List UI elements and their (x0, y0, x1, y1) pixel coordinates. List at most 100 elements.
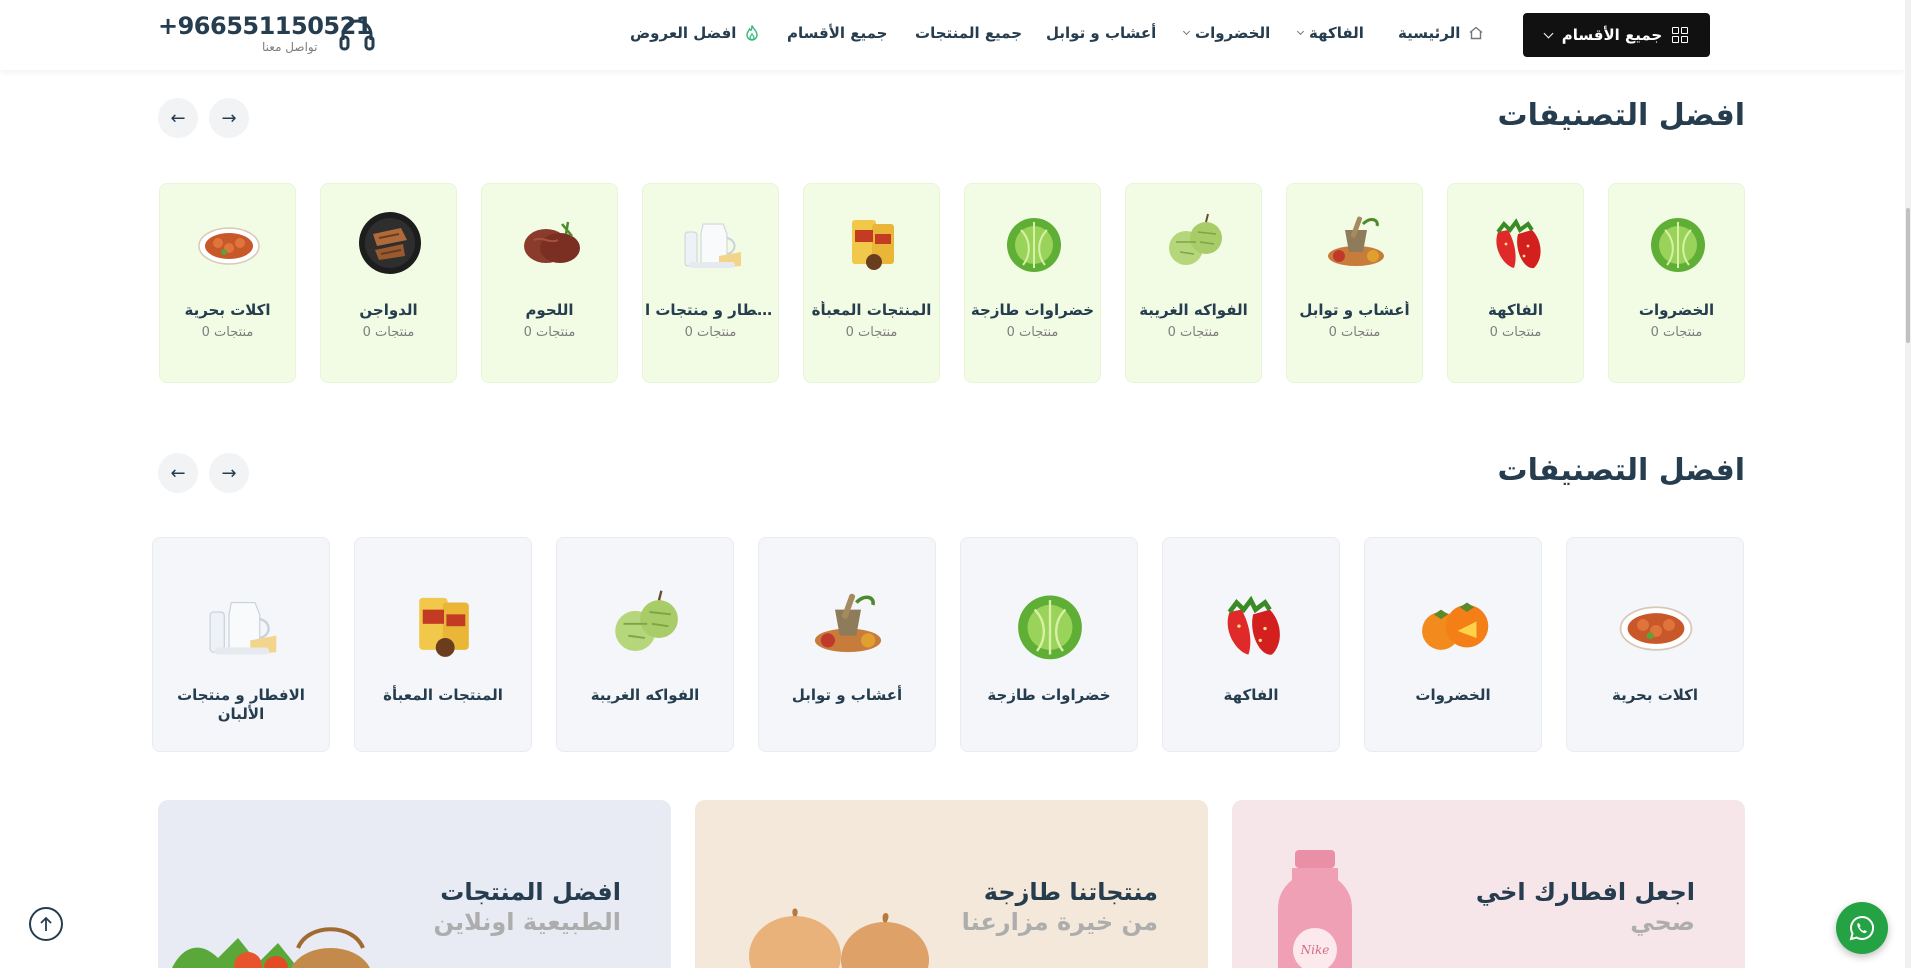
cabbage-image (1011, 586, 1089, 664)
product-count: 0 منتجات (362, 325, 415, 340)
category-name: الفواكه الغريبة (590, 686, 700, 704)
category-tile[interactable]: الافطار و منتجات الألبان (152, 537, 330, 752)
category-tile[interactable]: الخضروات (1364, 537, 1542, 752)
category-card[interactable]: الخضروات 0 منتجات (1608, 183, 1745, 383)
nav-all-products-label: جميع المنتجات (915, 24, 1023, 42)
category-name: اكلات بحرية (184, 301, 271, 319)
category-card[interactable]: أعشاب و توابل 0 منتجات (1286, 183, 1423, 383)
dairy-image (203, 586, 281, 664)
banner-headline: منتجاتنا طازجة (983, 878, 1158, 906)
cabbage-image (1001, 210, 1067, 276)
arrow-left-icon: ← (170, 462, 186, 484)
persimmon-image (1415, 586, 1493, 664)
nav-item-best-offers[interactable]: افضل العروض (630, 0, 760, 66)
banner-best-products[interactable]: افضل المنتجات الطبيعية اونلاين (158, 800, 671, 968)
category-card[interactable]: الفواكه الغريبة 0 منتجات (1125, 183, 1262, 383)
category-name: الافطار و منتجات الألبان (177, 686, 305, 723)
banner-fresh-products[interactable]: منتجاتنا طازجة من خيرة مزارعنا (695, 800, 1208, 968)
product-count: 0 منتجات (845, 325, 898, 340)
section-title-top-categories: افضل التصنيفات (1497, 98, 1745, 133)
product-count: 0 منتجات (1650, 325, 1703, 340)
category-tile[interactable]: الفاكهة (1162, 537, 1340, 752)
dairy-image (679, 210, 745, 276)
product-count: 0 منتجات (523, 325, 576, 340)
whatsapp-chat-button[interactable] (1836, 902, 1888, 954)
onions-image (749, 908, 929, 968)
nav-item-all-products[interactable]: جميع المنتجات (915, 0, 1022, 66)
category-tile[interactable]: أعشاب و توابل (758, 537, 936, 752)
banner-subline: من خيرة مزارعنا (961, 908, 1158, 936)
nav-item-all-sections[interactable]: جميع الأقسام (787, 0, 887, 66)
nav-item-vegetables[interactable]: الخضروات (1182, 0, 1271, 66)
cabbage-image (1645, 210, 1711, 276)
category-card[interactable]: الفاكهة 0 منتجات (1447, 183, 1584, 383)
arrow-right-icon: → (221, 462, 237, 484)
site-header: جميع الأقسام الرئيسية الفاكهة الخضروات أ… (0, 0, 1905, 70)
category-tile[interactable]: الفواكه الغريبة (556, 537, 734, 752)
milk-bottle-image: Nike (1278, 850, 1352, 968)
chicken-image (357, 210, 423, 276)
product-count: 0 منتجات (201, 325, 254, 340)
nav-herbs-label: أعشاب و توابل (1046, 24, 1157, 42)
carousel-prev-button[interactable]: ← (158, 98, 198, 138)
category-tile[interactable]: المنتجات المعبأة (354, 537, 532, 752)
all-categories-label: جميع الأقسام (1561, 26, 1663, 44)
category-name: أعشاب و توابل (791, 686, 903, 704)
chevron-down-icon (1296, 27, 1305, 36)
product-count: 0 منتجات (1006, 325, 1059, 340)
category-tile[interactable]: خضراوات طازجة (960, 537, 1138, 752)
arrow-right-icon: → (221, 107, 237, 129)
category-card[interactable]: المنتجات المعبأة 0 منتجات (803, 183, 940, 383)
page-scrollbar[interactable] (1905, 0, 1911, 968)
category-name: خضراوات طازجة (970, 301, 1095, 319)
scroll-to-top-button[interactable] (29, 907, 63, 941)
nav-item-fruits[interactable]: الفاكهة (1296, 0, 1364, 66)
category-name: الخضروات (1638, 301, 1715, 319)
carousel-prev-button[interactable]: ← (158, 453, 198, 493)
vegetable-basket-image (172, 927, 370, 968)
chevron-down-icon (1543, 28, 1554, 38)
nav-vegetables-label: الخضروات (1195, 24, 1271, 42)
nav-best-offers-label: افضل العروض (630, 24, 737, 42)
category-name: الدواجن (359, 301, 418, 319)
category-card[interactable]: الدواجن 0 منتجات (320, 183, 457, 383)
nav-home-label: الرئيسية (1398, 24, 1461, 42)
banner-subline: صحي (1630, 908, 1695, 936)
category-tile[interactable]: اكلات بحرية (1566, 537, 1744, 752)
product-count: 0 منتجات (1167, 325, 1220, 340)
all-categories-button[interactable]: جميع الأقسام (1523, 13, 1710, 57)
custard-apple-image (607, 586, 685, 664)
banner-headline: اجعل افطارك اخي (1475, 878, 1695, 906)
category-card[interactable]: اللحوم 0 منتجات (481, 183, 618, 383)
banner-subline: الطبيعية اونلاين (433, 908, 621, 936)
carousel-next-button[interactable]: → (209, 98, 249, 138)
category-name: الافطار و منتجات ا... (645, 301, 778, 319)
category-name: المنتجات المعبأة (383, 686, 503, 704)
category-card[interactable]: خضراوات طازجة 0 منتجات (964, 183, 1101, 383)
category-name: أعشاب و توابل (1299, 301, 1410, 319)
whatsapp-icon (1849, 915, 1874, 941)
shrimp-image (196, 210, 262, 276)
section-title-top-categories-2: افضل التصنيفات (1497, 453, 1745, 488)
product-count: 0 منتجات (1328, 325, 1381, 340)
flame-icon (746, 25, 759, 41)
packaged-image (840, 210, 906, 276)
banner-breakfast[interactable]: اجعل افطارك اخي صحي Nike (1232, 800, 1745, 968)
nav-item-herbs[interactable]: أعشاب و توابل (1046, 0, 1156, 66)
category-card[interactable]: اكلات بحرية 0 منتجات (159, 183, 296, 383)
spices-image (1323, 210, 1389, 276)
category-name: الفاكهة (1488, 301, 1543, 319)
home-icon (1469, 26, 1483, 40)
custard-apple-image (1162, 210, 1228, 276)
nav-item-home[interactable]: الرئيسية (1398, 0, 1484, 66)
category-card[interactable]: الافطار و منتجات ا... 0 منتجات (642, 183, 779, 383)
scrollbar-thumb[interactable] (1906, 208, 1910, 343)
arrow-left-icon: ← (170, 107, 186, 129)
spices-image (809, 586, 887, 664)
carousel-next-button[interactable]: → (209, 453, 249, 493)
grid-icon (1672, 27, 1689, 43)
steak-image (518, 210, 584, 276)
contact-label: تواصل معنا (262, 40, 318, 54)
nav-fruits-label: الفاكهة (1309, 24, 1364, 42)
category-name: الفواكه الغريبة (1139, 301, 1248, 319)
